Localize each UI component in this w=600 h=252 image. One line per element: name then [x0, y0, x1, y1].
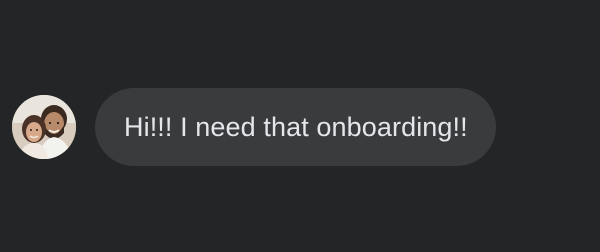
user-photo-avatar-icon: [12, 95, 76, 159]
message-bubble[interactable]: Hi!!! I need that onboarding!!: [95, 88, 496, 166]
message-row: Hi!!! I need that onboarding!!: [12, 88, 496, 166]
sender-avatar[interactable]: [12, 95, 76, 159]
message-text: Hi!!! I need that onboarding!!: [124, 111, 468, 142]
